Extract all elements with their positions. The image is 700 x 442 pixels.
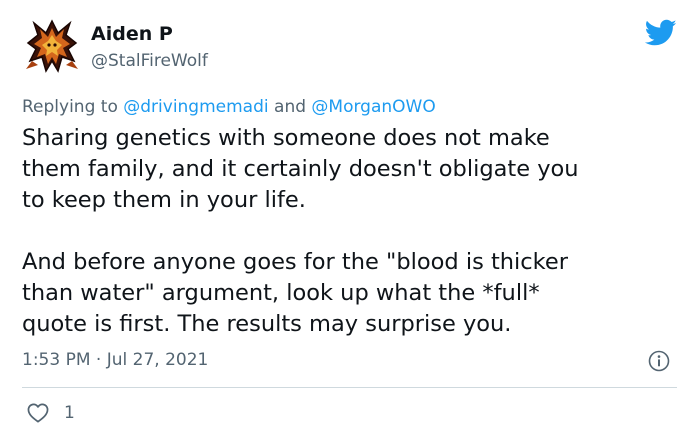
reply-prefix: Replying to [22, 97, 118, 117]
tweet-timestamp[interactable]: 1:53 PM · Jul 27, 2021 [22, 349, 208, 371]
info-icon[interactable] [648, 350, 670, 372]
like-count: 1 [64, 403, 75, 423]
tweet-line: than water" argument, look up what the *… [22, 280, 540, 306]
twitter-bird-icon[interactable] [644, 19, 677, 47]
mention-link[interactable]: @MorganOWO [311, 97, 435, 117]
fire-wolf-avatar-icon[interactable] [22, 17, 82, 77]
tweet-paragraph: Sharing genetics with someone does not m… [22, 123, 682, 216]
tweet-line: quote is first. The results may surprise… [22, 311, 512, 337]
tweet-line: And before anyone goes for the "blood is… [22, 249, 568, 275]
tweet-text: Sharing genetics with someone does not m… [22, 123, 682, 340]
tweet-card: Aiden P @StalFireWolf Replying to @drivi… [0, 0, 700, 442]
mention-link[interactable]: @drivingmemadi [123, 97, 268, 117]
reply-context: Replying to @drivingmemadi and @MorganOW… [22, 96, 436, 118]
tweet-line: them family, and it certainly doesn't ob… [22, 156, 579, 182]
heart-icon[interactable] [27, 403, 49, 423]
tweet-paragraph: And before anyone goes for the "blood is… [22, 247, 682, 340]
reply-conjunction: and [274, 97, 307, 117]
tweet-line: Sharing genetics with someone does not m… [22, 125, 550, 151]
tweet-line: to keep them in your life. [22, 187, 306, 213]
author-handle[interactable]: @StalFireWolf [91, 50, 208, 72]
divider [22, 387, 677, 388]
author-display-name[interactable]: Aiden P [91, 23, 173, 45]
